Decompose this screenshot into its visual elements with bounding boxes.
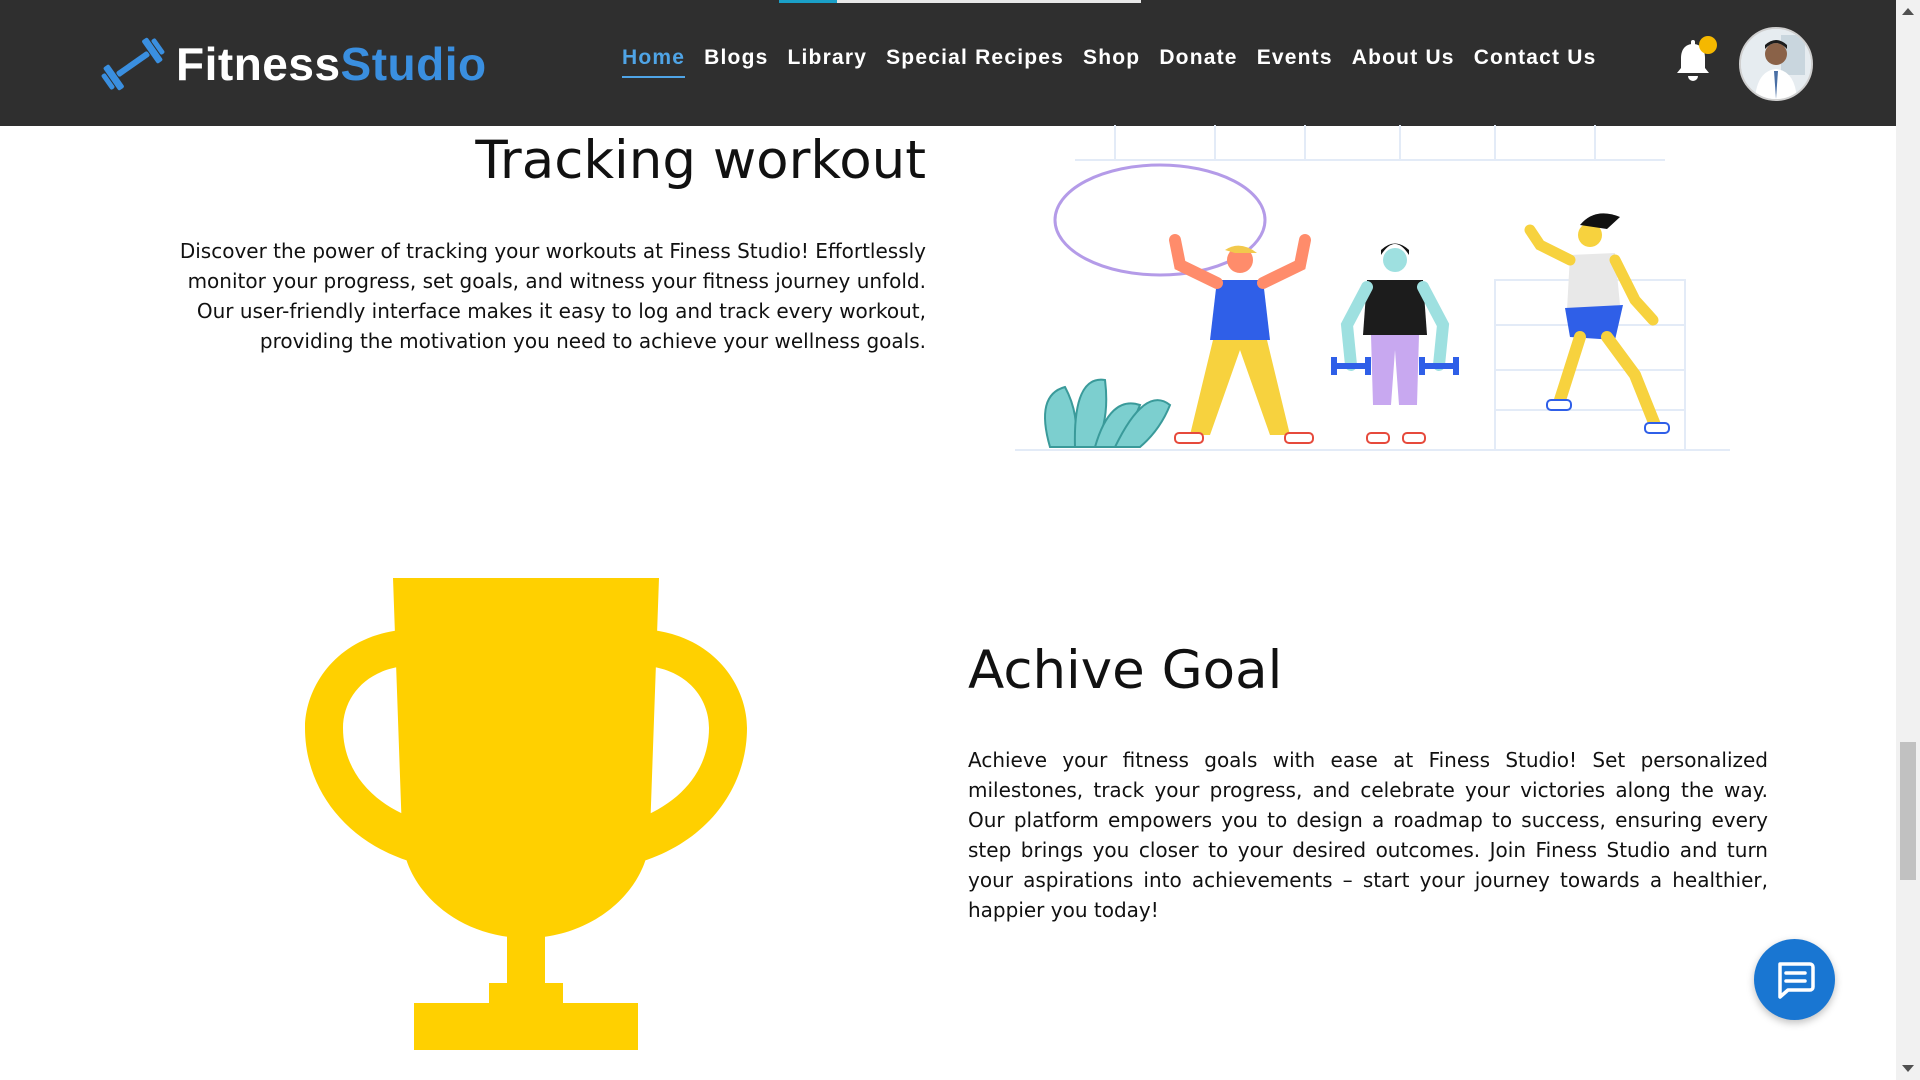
scrollbar-thumb[interactable] (1900, 742, 1916, 880)
user-avatar[interactable] (1739, 27, 1813, 101)
workout-illustration (1015, 125, 1730, 451)
nav-item-shop[interactable]: Shop (1083, 46, 1140, 78)
main-nav: Home Blogs Library Special Recipes Shop … (622, 46, 1616, 78)
achive-goal-text: Achieve your fitness goals with ease at … (968, 748, 1768, 922)
tracking-workout-text: Discover the power of tracking your work… (179, 239, 926, 353)
navbar: FitnessStudio Home Blogs Library Special… (0, 0, 1896, 126)
tracking-workout-title: Tracking workout (475, 130, 926, 191)
dumbbell-icon (101, 37, 165, 91)
nav-item-events[interactable]: Events (1257, 46, 1333, 78)
chat-icon (1777, 961, 1815, 999)
avatar-photo (1741, 29, 1811, 99)
chat-button[interactable] (1754, 939, 1835, 1020)
nav-item-about-us[interactable]: About Us (1352, 46, 1455, 78)
trophy-icon (305, 578, 747, 1050)
achive-goal-title: Achive Goal (968, 640, 1283, 701)
nav-item-donate[interactable]: Donate (1159, 46, 1237, 78)
brand-logo-link[interactable]: FitnessStudio (100, 36, 487, 92)
brand-name-part1: Fitness (176, 38, 341, 90)
scroll-up-arrow-icon[interactable] (1902, 8, 1914, 15)
page-scroll-progress (779, 0, 1141, 3)
nav-item-contact-us[interactable]: Contact Us (1474, 46, 1597, 78)
nav-item-blogs[interactable]: Blogs (704, 46, 768, 78)
page-scroll-progress-fill (779, 0, 837, 3)
brand-name-part2: Studio (340, 38, 487, 90)
notification-badge (1699, 36, 1717, 54)
brand-name: FitnessStudio (176, 37, 487, 91)
nav-item-library[interactable]: Library (788, 46, 868, 78)
nav-item-home[interactable]: Home (622, 46, 686, 78)
scroll-down-arrow-icon[interactable] (1902, 1065, 1914, 1072)
nav-item-special-recipes[interactable]: Special Recipes (886, 46, 1064, 78)
page-scrollbar[interactable] (1896, 0, 1920, 1080)
